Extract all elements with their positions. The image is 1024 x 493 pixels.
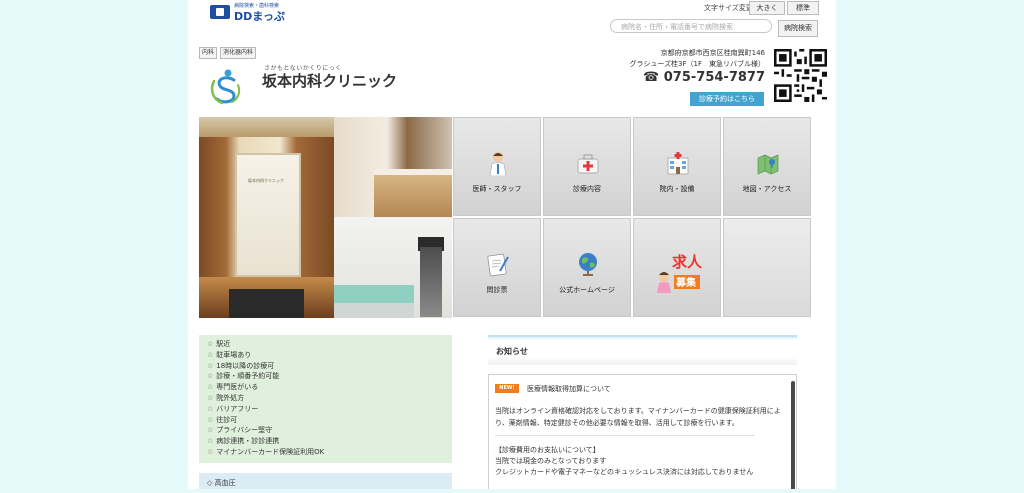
star-icon: ☆ <box>207 350 214 359</box>
door-sign: 坂本内科クリニック <box>241 177 291 219</box>
news-header: お知らせ <box>488 335 797 365</box>
nav-tile-label: 院内・設備 <box>659 185 695 193</box>
nav-tile-label: 医師・スタッフ <box>472 185 522 193</box>
clinic-address: 京都府京都市西京区桂南巽町146 <box>660 49 765 57</box>
nav-tile-label: 問診票 <box>486 286 508 294</box>
payment-line: 当院では現金のみとなっております <box>495 457 607 465</box>
new-badge: NEW! <box>495 384 519 393</box>
exam-bed-base <box>334 303 414 318</box>
list-item: ☆ 往診可 <box>207 415 238 424</box>
portal-header: 病院検索・歯科検索 DDまっぷ 文字サイズ変更 大きく 標準 病院名・住所・電話… <box>188 0 836 38</box>
map-icon <box>757 154 779 175</box>
list-item: ☆ マイナンバーカード保険証利用OK <box>207 447 325 456</box>
nav-tile-treatment[interactable]: 診療内容 <box>543 117 631 216</box>
counter-top <box>374 169 452 175</box>
category-badge: 内科 <box>199 47 218 59</box>
nav-tile-recruit[interactable]: 求人 募集 <box>633 218 721 317</box>
star-icon: ☆ <box>207 372 214 381</box>
news-heading: お知らせ <box>496 347 528 356</box>
star-icon: ☆ <box>207 340 214 348</box>
star-icon: ☆ <box>207 415 214 424</box>
door-mat <box>229 289 304 318</box>
clinic-address-building: グラシューズ桂3F（1F 東急リバブル様） <box>629 60 765 68</box>
ceiling <box>199 117 334 137</box>
list-item: ☆ 駅近 <box>207 340 231 348</box>
nav-tile-homepage[interactable]: 公式ホームページ <box>543 218 631 317</box>
font-standard-button[interactable]: 標準 <box>787 1 819 15</box>
payment-title: 【診療費用のお支払いについて】 <box>495 446 600 454</box>
nav-tile-empty <box>723 218 811 317</box>
clinic-logo-icon <box>210 69 241 105</box>
list-item: ☆ 病診連携・診診連携 <box>207 437 280 446</box>
portal-logo[interactable]: 病院検索・歯科検索 DDまっぷ <box>210 2 290 23</box>
font-large-button[interactable]: 大きく <box>749 1 785 15</box>
star-icon: ☆ <box>207 383 214 392</box>
list-item: ☆ プライバシー堅守 <box>207 426 273 435</box>
payment-line: クレジットカードや電子マネーなどのキュッシュレス決済には対応しておりません <box>495 468 754 476</box>
amenities-list: ☆ 駅近 ☆ 駐車場あり ☆ 18時以降の診療可 ☆ 診療・順番予約可能 ☆ 専門医がいる… <box>199 335 452 458</box>
search-button[interactable]: 病院検索 <box>778 20 818 37</box>
nav-tile-facility[interactable]: 院内・設備 <box>633 117 721 216</box>
recruit-icon: 求人 募集 <box>657 253 703 293</box>
reception-counter <box>374 172 452 217</box>
list-item: ☆ バリアフリー <box>207 404 259 413</box>
list-item: ☆ 診療・順番予約可能 <box>207 372 280 381</box>
entrance-photo: 坂本内科クリニック <box>199 117 334 318</box>
news-scrollbar[interactable] <box>791 381 795 489</box>
symptom-item[interactable]: ◇ 高血圧 <box>199 473 452 489</box>
recruit-text-top: 求人 <box>672 253 703 271</box>
clinic-name: 坂本内科クリニック <box>262 72 398 90</box>
nav-tile-questionnaire[interactable]: 問診票 <box>453 218 541 317</box>
nav-tile-label: 公式ホームページ <box>559 286 615 294</box>
globe-icon <box>579 253 597 276</box>
star-icon: ☆ <box>207 361 214 370</box>
star-icon: ☆ <box>207 393 214 402</box>
reception-photo <box>334 117 452 217</box>
clinic-phone[interactable]: ☎ 075-754-7877 <box>643 70 765 85</box>
font-size-label: 文字サイズ変更 <box>704 4 753 12</box>
list-item: ☆ 駐車場あり <box>207 350 252 359</box>
star-icon: ☆ <box>207 447 214 456</box>
page-container: 病院検索・歯科検索 DDまっぷ 文字サイズ変更 大きく 標準 病院名・住所・電話… <box>188 0 836 489</box>
endoscope-cart <box>420 247 442 317</box>
list-item: ☆ 18時以降の診療可 <box>207 361 275 370</box>
news-item-title: 医療情報取得加算について <box>527 385 611 393</box>
medical-box-icon <box>577 154 599 174</box>
exam-room-photo <box>334 217 452 318</box>
news-item-body: 当院はオンライン資格確認対応をしております。マイナンバーカードの健康保険証利用に… <box>495 407 781 427</box>
star-icon: ☆ <box>207 426 214 435</box>
reservation-button[interactable]: 診療予約はこちら <box>690 92 764 106</box>
nav-tile-label: 診療内容 <box>573 185 601 193</box>
nav-tile-staff[interactable]: 医師・スタッフ <box>453 117 541 216</box>
hospital-icon <box>667 152 689 175</box>
search-input[interactable]: 病院名・住所・電話番号で病院検索 <box>610 19 772 33</box>
nav-tile-label: 地図・アクセス <box>742 185 792 193</box>
portal-name: DDまっぷ <box>234 10 285 23</box>
nav-tile-access[interactable]: 地図・アクセス <box>723 117 811 216</box>
recruit-text-bottom: 募集 <box>675 276 697 289</box>
star-icon: ☆ <box>207 404 214 413</box>
star-icon: ☆ <box>207 437 214 446</box>
clipboard-icon <box>487 253 509 277</box>
amenities-box: ☆ 駅近 ☆ 駐車場あり ☆ 18時以降の診療可 ☆ 診療・順番予約可能 ☆ 専門医がいる… <box>199 335 452 463</box>
door-sign-text: 坂本内科クリニック <box>248 178 284 183</box>
news-panel[interactable]: NEW! 医療情報取得加算について 当院はオンライン資格確認対応をしております。… <box>488 374 797 489</box>
exam-bed <box>334 285 414 303</box>
doctor-icon <box>489 152 507 176</box>
list-item: ☆ 院外処方 <box>207 393 245 402</box>
list-item: ☆ 専門医がいる <box>207 383 259 392</box>
news-divider <box>495 435 755 436</box>
qr-code-icon <box>774 49 827 102</box>
portal-logo-icon <box>210 5 230 19</box>
category-badge: 消化器内科 <box>220 47 257 59</box>
